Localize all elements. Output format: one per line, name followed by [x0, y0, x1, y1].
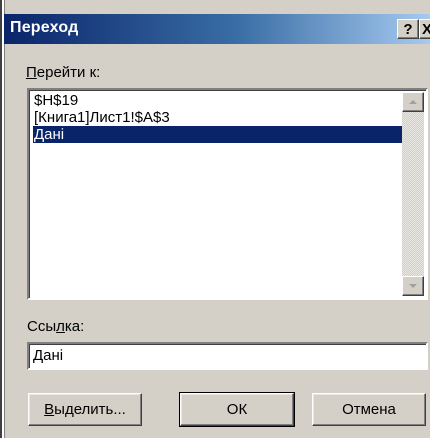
reference-label-after: ка:	[64, 318, 85, 335]
list-item[interactable]: $H$19	[33, 92, 78, 109]
reference-label-accel: л	[56, 318, 65, 335]
scroll-down-button[interactable]	[402, 276, 424, 296]
close-button[interactable]: X	[419, 19, 430, 39]
list-item[interactable]: [Книга1]Лист1!$A$3	[33, 109, 170, 126]
list-scrollbar[interactable]	[402, 92, 424, 296]
goto-list[interactable]: $H$19 [Книга1]Лист1!$A$3 Дані	[27, 88, 428, 300]
select-button-label: ыделить...	[54, 401, 126, 418]
dialog-title: Переход	[10, 19, 79, 36]
cancel-button[interactable]: Отмена	[312, 393, 426, 426]
goto-label-accel: П	[26, 64, 37, 81]
help-button[interactable]: ?	[397, 19, 419, 39]
reference-label: Ссылка:	[27, 318, 84, 335]
ok-button[interactable]: ОК	[179, 392, 295, 427]
goto-label: Перейти к:	[26, 64, 100, 81]
reference-input[interactable]: Дані	[27, 342, 428, 370]
reference-label-before: Ссы	[27, 318, 57, 335]
arrow-up-icon	[409, 100, 417, 104]
list-item-selected[interactable]: Дані	[33, 126, 402, 143]
scroll-up-button[interactable]	[402, 92, 424, 112]
arrow-down-icon	[409, 284, 417, 288]
select-special-button[interactable]: Выделить...	[28, 393, 142, 426]
select-button-accel: В	[44, 401, 55, 418]
goto-label-text: ерейти к:	[36, 64, 101, 81]
title-bar[interactable]: Переход ? X	[4, 14, 430, 44]
